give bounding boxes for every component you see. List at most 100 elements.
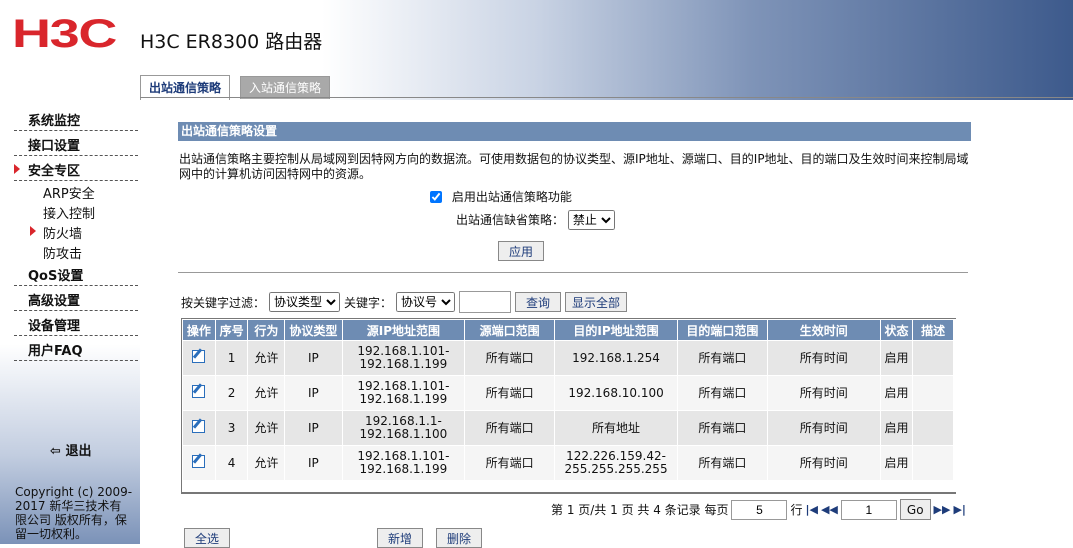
cell-desc [912,375,954,411]
enable-checkbox[interactable] [430,191,442,203]
last-page-icon[interactable]: ▶| [953,503,965,516]
default-policy-select[interactable]: 禁止 [567,210,615,230]
cell-dst-port: 所有端口 [676,340,768,376]
cell-action: 允许 [247,410,286,446]
cell-time: 所有时间 [766,340,881,376]
sidebar-item-security[interactable]: 安全专区 [14,160,138,181]
tab-divider [140,97,1073,98]
sidebar-item-faq[interactable]: 用户FAQ [14,340,138,361]
section-description: 出站通信策略主要控制从局域网到因特网方向的数据流。可使用数据包的协议类型、源IP… [179,152,969,181]
cell-protocol: IP [284,445,343,481]
prev-page-icon[interactable]: ◀◀ [821,503,838,516]
cell-dst-ip: 122.226.159.42- 255.255.255.255 [554,445,678,481]
col-time: 生效时间 [766,319,881,341]
cell-src-ip: 192.168.1.101- 192.168.1.199 [341,340,466,376]
col-status: 状态 [879,319,914,341]
sidebar: 系统监控 接口设置 安全专区 ARP安全 接入控制 防火墙 防攻击 QoS设置 … [0,100,140,544]
col-src-port: 源端口范围 [464,319,556,341]
table-row: 2 允许 IP 192.168.1.101- 192.168.1.199 所有端口… [182,375,954,411]
cell-protocol: IP [284,410,343,446]
cell-time: 所有时间 [766,410,881,446]
edit-cell [182,445,216,481]
filter-field-select[interactable]: 协议类型 [269,292,341,312]
col-dst-ip: 目的IP地址范围 [554,319,678,341]
cell-dst-port: 所有端口 [676,375,768,411]
cell-dst-port: 所有端口 [676,445,768,481]
logout-icon: ⇦ [50,444,61,459]
cell-time: 所有时间 [766,375,881,411]
col-desc: 描述 [912,319,954,341]
cell-src-port: 所有端口 [464,375,556,411]
logout-button[interactable]: ⇦ 退出 [50,440,91,459]
cell-src-port: 所有端口 [464,445,556,481]
sidebar-item-interface[interactable]: 接口设置 [14,135,138,156]
cell-protocol: IP [284,340,343,376]
cell-no: 3 [214,410,249,446]
table-row: 3 允许 IP 192.168.1.1- 192.168.1.100 所有端口 所… [182,410,954,446]
cell-src-port: 所有端口 [464,340,556,376]
col-dst-port: 目的端口范围 [676,319,768,341]
cell-dst-ip: 192.168.10.100 [554,375,678,411]
cell-time: 所有时间 [766,445,881,481]
divider [178,272,968,273]
sidebar-item-qos[interactable]: QoS设置 [14,265,138,286]
apply-button[interactable]: 应用 [498,241,545,261]
cell-status: 启用 [879,375,914,411]
cell-no: 4 [214,445,249,481]
tab-inbound[interactable]: 入站通信策略 [240,76,331,99]
search-button[interactable]: 查询 [515,292,562,312]
edit-cell [182,410,216,446]
filter-label: 按关键字过滤： [181,295,266,310]
edit-icon[interactable] [192,455,206,468]
cell-status: 启用 [879,410,914,446]
enable-row: 启用出站通信策略功能 [430,188,572,205]
cell-desc [912,340,954,376]
sidebar-item-device-mgmt[interactable]: 设备管理 [14,315,138,336]
per-page-input[interactable] [731,499,788,520]
product-title: H3C ER8300 路由器 [140,31,323,53]
cell-src-ip: 192.168.1.1- 192.168.1.100 [341,410,466,446]
delete-button[interactable]: 删除 [436,528,483,548]
sidebar-subitem-firewall[interactable]: 防火墙 [43,223,82,242]
edit-cell [182,340,216,376]
table-row: 4 允许 IP 192.168.1.101- 192.168.1.199 所有端口… [182,445,954,481]
keyword-label: 关键字： [344,295,393,310]
edit-cell [182,375,216,411]
cell-desc [912,410,954,446]
sidebar-subitem-anti-attack[interactable]: 防攻击 [43,243,82,262]
pager-unit: 行 [790,503,803,517]
cell-dst-port: 所有端口 [676,410,768,446]
pagination: 第 1 页/共 1 页 共 4 条记录 每页 行 |◀ ◀◀ Go ▶▶ ▶| [551,499,966,520]
sidebar-item-system-monitor[interactable]: 系统监控 [14,110,138,131]
enable-label: 启用出站通信策略功能 [451,190,572,204]
edit-icon[interactable] [192,420,206,433]
show-all-button[interactable]: 显示全部 [565,292,628,312]
go-button[interactable]: Go [899,499,931,520]
page-input[interactable] [840,499,897,520]
table-row: 1 允许 IP 192.168.1.101- 192.168.1.199 所有端口… [182,340,954,376]
sidebar-subitem-arp[interactable]: ARP安全 [43,183,95,202]
pager-summary: 第 1 页/共 1 页 共 4 条记录 每页 [551,503,729,517]
keyword-input[interactable] [459,291,512,313]
first-page-icon[interactable]: |◀ [805,503,817,516]
select-all-button[interactable]: 全选 [184,528,231,548]
sidebar-item-advanced[interactable]: 高级设置 [14,290,138,311]
cell-no: 2 [214,375,249,411]
sidebar-subitem-access-control[interactable]: 接入控制 [43,203,95,222]
filter-row: 按关键字过滤： 协议类型 关键字： 协议号 查询 显示全部 [181,291,628,313]
cell-action: 允许 [247,445,286,481]
col-operation: 操作 [182,319,216,341]
edit-icon[interactable] [192,385,206,398]
policy-table-wrap: 操作 序号 行为 协议类型 源IP地址范围 源端口范围 目的IP地址范围 目的端… [181,318,956,494]
col-src-ip: 源IP地址范围 [341,319,466,341]
default-policy-row: 出站通信缺省策略： 禁止 [456,210,615,230]
add-button[interactable]: 新增 [377,528,424,548]
next-page-icon[interactable]: ▶▶ [934,503,951,516]
table-header-row: 操作 序号 行为 协议类型 源IP地址范围 源端口范围 目的IP地址范围 目的端… [182,319,954,341]
cell-src-port: 所有端口 [464,410,556,446]
edit-icon[interactable] [192,350,206,363]
keyword-select[interactable]: 协议号 [396,292,456,312]
cell-status: 启用 [879,445,914,481]
selected-arrow-icon [30,226,36,236]
col-no: 序号 [214,319,249,341]
